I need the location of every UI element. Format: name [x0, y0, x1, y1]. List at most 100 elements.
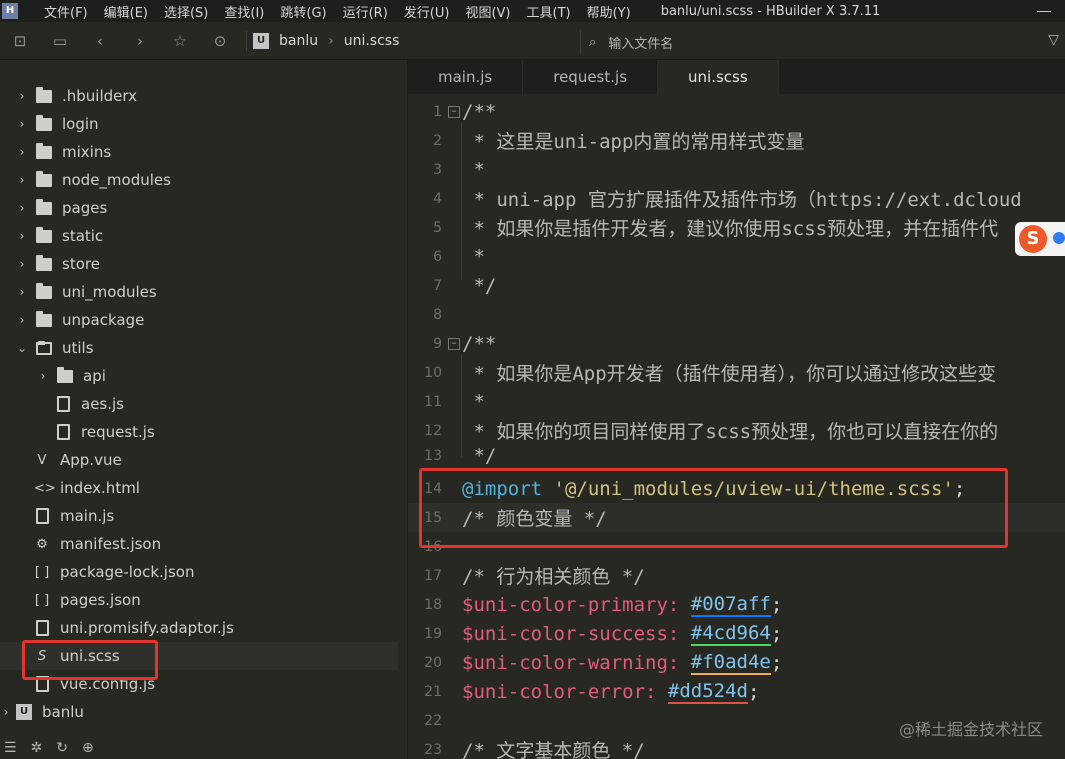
web-icon[interactable]: ⊕	[82, 740, 94, 756]
tree-item-unpackage[interactable]: › unpackage	[0, 306, 398, 334]
breadcrumb-separator: ›	[328, 32, 334, 49]
code-line: 19 $uni-color-success: #4cd964;	[424, 621, 783, 646]
ime-floating-widget[interactable]: S	[1015, 222, 1065, 256]
project-explorer: › .hbuilderx › login › mixins › node_mod…	[0, 60, 407, 736]
run-icon[interactable]: ⊙	[200, 32, 240, 50]
tree-item-utils[interactable]: ⌄ utils	[0, 334, 398, 362]
watermark: @稀土掘金技术社区	[898, 720, 1043, 739]
code-line: 14 @import '@/uni_modules/uview-ui/theme.…	[424, 477, 966, 500]
filter-icon[interactable]: ▽	[1048, 32, 1059, 48]
project-icon: U	[16, 704, 32, 720]
json-file-icon: [ ]	[34, 592, 50, 608]
chevron-right-icon[interactable]: ›	[16, 89, 28, 103]
tree-item-manifest-json[interactable]: ⚙ manifest.json	[0, 530, 398, 558]
chevron-right-icon[interactable]: ›	[37, 369, 49, 383]
code-line: 16	[424, 538, 442, 555]
code-line: 21 $uni-color-error: #dd524d;	[424, 679, 760, 704]
tree-item-index-html[interactable]: <> index.html	[0, 474, 398, 502]
code-line: 12 * 如果你的项目同样使用了scss预处理，你也可以直接在你的	[424, 421, 999, 443]
tree-item-store[interactable]: › store	[0, 250, 398, 278]
chevron-down-icon[interactable]: ⌄	[16, 341, 28, 355]
tree-item-request-js[interactable]: request.js	[0, 418, 398, 446]
chevron-right-icon[interactable]: ›	[16, 257, 28, 271]
tree-item-aes-js[interactable]: aes.js	[0, 390, 398, 418]
chevron-right-icon[interactable]: ›	[16, 201, 28, 215]
tree-item-label: mixins	[62, 143, 112, 161]
code-area[interactable]: 1−/** 2 * 这里是uni-app内置的常用样式变量 3 * 4 * un…	[408, 94, 1065, 759]
tree-item-label: main.js	[60, 507, 115, 525]
json-file-icon: [ ]	[34, 564, 50, 580]
code-line: 8	[433, 306, 442, 323]
menu-find[interactable]: 查找(I)	[216, 2, 272, 21]
tree-item-node-modules[interactable]: › node_modules	[0, 166, 398, 194]
tree-item-uni-modules[interactable]: › uni_modules	[0, 278, 398, 306]
menu-goto[interactable]: 跳转(G)	[272, 2, 334, 21]
menubar: H 文件(F) 编辑(E) 选择(S) 查找(I) 跳转(G) 运行(R) 发行…	[0, 0, 1065, 22]
project-icon: U	[253, 32, 269, 49]
tab-uni-scss[interactable]: uni.scss	[658, 60, 779, 94]
chevron-right-icon[interactable]: ›	[0, 705, 12, 719]
tree-item-project-banlu[interactable]: › U banlu	[0, 698, 398, 726]
menu-run[interactable]: 运行(R)	[335, 2, 396, 21]
editor-tabs: main.js request.js uni.scss	[408, 60, 1065, 94]
chevron-right-icon[interactable]: ›	[16, 173, 28, 187]
tree-item-pages-json[interactable]: [ ] pages.json	[0, 586, 398, 614]
menu-view[interactable]: 视图(V)	[457, 2, 518, 21]
breadcrumb-project[interactable]: banlu	[279, 33, 318, 49]
folder-icon	[36, 310, 52, 327]
back-icon[interactable]: ‹	[80, 32, 120, 50]
tree-item-label: uni.scss	[60, 647, 120, 665]
code-line: 18 $uni-color-primary: #007aff;	[424, 592, 783, 617]
menu-tools[interactable]: 工具(T)	[519, 2, 579, 21]
chevron-right-icon[interactable]: ›	[16, 285, 28, 299]
tree-item-label: request.js	[81, 423, 155, 441]
minimize-icon[interactable]	[1037, 11, 1051, 12]
tree-item-label: banlu	[42, 703, 84, 721]
chevron-right-icon[interactable]: ›	[16, 117, 28, 131]
sidebar-bottom-bar: ☰ ✲ ↻ ⊕	[0, 736, 407, 759]
folder-icon	[36, 282, 52, 299]
chevron-right-icon[interactable]: ›	[16, 229, 28, 243]
tab-main-js[interactable]: main.js	[408, 60, 524, 94]
save-icon[interactable]: ▭	[40, 32, 80, 50]
tree-item-pages[interactable]: › pages	[0, 194, 398, 222]
tree-item-uni-scss[interactable]: S uni.scss	[0, 642, 398, 670]
tree-item-main-js[interactable]: main.js	[0, 502, 398, 530]
menu-select[interactable]: 选择(S)	[156, 2, 216, 21]
menu-publish[interactable]: 发行(U)	[396, 2, 458, 21]
sync-icon[interactable]: ↻	[56, 740, 68, 756]
menu-file[interactable]: 文件(F)	[36, 2, 96, 21]
html-file-icon: <>	[34, 480, 56, 496]
star-icon[interactable]: ☆	[160, 32, 200, 50]
tree-item-label: package-lock.json	[60, 563, 195, 581]
list-icon[interactable]: ☰	[4, 740, 17, 756]
fold-icon[interactable]: −	[448, 337, 460, 350]
tree-item-uni-promisify[interactable]: uni.promisify.adaptor.js	[0, 614, 398, 642]
tree-item-mixins[interactable]: › mixins	[0, 138, 398, 166]
file-icon	[57, 396, 70, 412]
tree-item-login[interactable]: › login	[0, 110, 398, 138]
tree-item-vue-config-js[interactable]: vue.config.js	[0, 670, 398, 698]
tree-item-api[interactable]: › api	[0, 362, 398, 390]
file-icon	[57, 424, 70, 440]
bug-icon[interactable]: ✲	[31, 740, 43, 756]
tree-item-package-lock-json[interactable]: [ ] package-lock.json	[0, 558, 398, 586]
code-editor: main.js request.js uni.scss 1−/** 2 * 这里…	[407, 60, 1065, 759]
file-search-input[interactable]: ⌕ 输入文件名	[580, 30, 1050, 54]
folder-icon	[36, 114, 52, 131]
menu-edit[interactable]: 编辑(E)	[96, 2, 156, 21]
tree-item-label: uni.promisify.adaptor.js	[60, 619, 234, 637]
chevron-right-icon[interactable]: ›	[16, 145, 28, 159]
menu-help[interactable]: 帮助(Y)	[579, 2, 639, 21]
folder-icon	[36, 170, 52, 187]
tree-item-static[interactable]: › static	[0, 222, 398, 250]
fold-icon[interactable]: −	[448, 105, 460, 118]
chevron-right-icon[interactable]: ›	[16, 313, 28, 327]
sidebar-toggle-icon[interactable]: ⊡	[0, 32, 40, 50]
tree-item-label: api	[83, 367, 106, 385]
tree-item-app-vue[interactable]: V App.vue	[0, 446, 398, 474]
tab-request-js[interactable]: request.js	[523, 60, 659, 94]
forward-icon[interactable]: ›	[120, 32, 160, 50]
breadcrumb-file[interactable]: uni.scss	[344, 33, 400, 49]
tree-item-hbuilderx[interactable]: › .hbuilderx	[0, 82, 398, 110]
